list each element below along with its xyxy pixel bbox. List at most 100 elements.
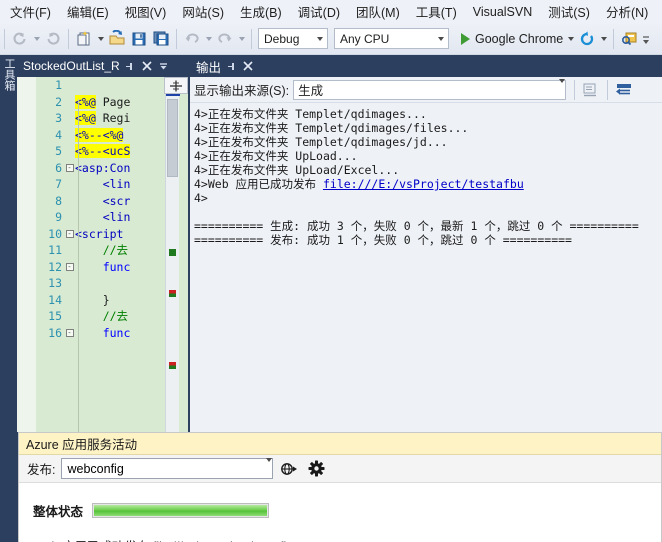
ide-shell: 工具箱 StockedOutList_R 输出 1 2 <%@ Page 3 <…: [0, 55, 662, 542]
menu-build[interactable]: 生成(B): [232, 0, 290, 23]
save-all-icon[interactable]: [150, 27, 172, 51]
close-icon[interactable]: [241, 57, 255, 75]
run-target-dropdown-icon[interactable]: [565, 27, 576, 51]
toolbar-separator: [4, 28, 5, 49]
tab-output[interactable]: 输出: [190, 55, 263, 77]
chevron-down-icon[interactable]: [312, 36, 327, 41]
menu-visualsvn[interactable]: VisualSVN: [465, 3, 541, 21]
tab-stockedoutlist[interactable]: StockedOutList_R: [17, 55, 185, 77]
line-number: 1: [55, 78, 62, 92]
azure-publish-row: 发布: webconfig: [19, 455, 661, 483]
tab-output-label: 输出: [196, 60, 222, 75]
solution-platform-combo[interactable]: Any CPU: [334, 28, 449, 49]
find-message-in-code-icon[interactable]: [579, 79, 603, 101]
navigate-back-dropdown-icon[interactable]: [31, 27, 42, 51]
find-in-files-icon[interactable]: [618, 27, 640, 51]
output-line: 4>Web 应用已成功发布 file:///E:/vsProject/testa…: [194, 177, 662, 191]
fold-toggle-icon[interactable]: -: [64, 163, 75, 172]
new-project-dropdown-icon[interactable]: [95, 27, 106, 51]
menu-analyze[interactable]: 分析(N): [598, 0, 656, 23]
fold-toggle-icon[interactable]: -: [64, 262, 75, 271]
azure-publish-web-icon[interactable]: [278, 458, 300, 480]
menu-website[interactable]: 网站(S): [174, 0, 232, 23]
output-toolbar-separator: [574, 79, 576, 100]
document-tab-strip: StockedOutList_R 输出: [17, 55, 662, 77]
line-number: 13: [48, 276, 62, 290]
refresh-dropdown-icon[interactable]: [598, 27, 609, 51]
editor-indent-guide: [78, 99, 79, 432]
output-link[interactable]: file:///E:/vsProject/testafbu: [323, 177, 524, 191]
editor-split-handle[interactable]: [164, 77, 188, 94]
output-toolbar: 显示输出来源(S): 生成: [190, 77, 662, 103]
output-source-value: 生成: [298, 84, 324, 98]
output-line-text: 4>Web 应用已成功发布: [194, 177, 323, 191]
toggle-word-wrap-icon[interactable]: [612, 79, 636, 101]
toolbox-vertical-tab[interactable]: 工具箱: [0, 55, 17, 185]
chevron-down-icon[interactable]: [559, 78, 566, 97]
navigate-back-icon[interactable]: [9, 27, 31, 51]
scrollbar-thumb[interactable]: [167, 99, 178, 177]
output-line: 4>正在发布文件夹 Templet/qdimages/jd...: [194, 135, 448, 149]
pin-icon[interactable]: [123, 57, 137, 75]
menu-tools[interactable]: 工具(T): [408, 0, 465, 23]
undo-dropdown-icon[interactable]: [203, 27, 214, 51]
menu-file[interactable]: 文件(F): [2, 0, 59, 23]
output-line: 4>正在发布文件夹 Templet/qdimages/files...: [194, 121, 469, 135]
code-editor-pane[interactable]: 1 2 <%@ Page 3 <%@ Regi 4 <%--<%@ 5 <%--<ucS 6- <a…: [17, 77, 189, 432]
menu-view[interactable]: 视图(V): [117, 0, 175, 23]
azure-status-message: Web 应用已成功发布 file:///E:/vsProject/testafb…: [33, 536, 661, 542]
azure-publish-profile-value: webconfig: [67, 461, 124, 476]
tab-list-chevron-down-icon[interactable]: [157, 57, 171, 75]
line-number: 14: [48, 292, 62, 307]
menu-team[interactable]: 团队(M): [348, 0, 408, 23]
fold-toggle-icon[interactable]: -: [64, 229, 75, 238]
navigate-forward-icon[interactable]: [42, 27, 64, 51]
line-number: 6: [55, 160, 62, 175]
chevron-down-icon[interactable]: [433, 36, 448, 41]
editor-indicator-margin: [17, 77, 36, 432]
menu-edit[interactable]: 编辑(E): [59, 0, 117, 23]
output-line: ========== 生成: 成功 3 个，失败 0 个，最新 1 个，跳过 0…: [194, 219, 639, 233]
scrollbar-current-position-marker: [166, 94, 180, 96]
output-text-area[interactable]: 4>正在发布文件夹 Templet/qdimages... 4>正在发布文件夹 T…: [190, 103, 662, 432]
line-number: 5: [55, 144, 62, 158]
line-number: 9: [55, 210, 62, 224]
chevron-down-icon[interactable]: [266, 457, 273, 476]
output-source-combo[interactable]: 生成: [293, 78, 567, 100]
azure-status-label: 整体状态: [33, 505, 84, 519]
play-icon: [461, 32, 470, 45]
output-line: 4>: [194, 191, 208, 205]
close-icon[interactable]: [140, 57, 154, 75]
line-number: 10: [48, 226, 62, 241]
menu-debug[interactable]: 调试(D): [290, 0, 348, 23]
line-number: 15: [48, 309, 62, 323]
solution-configuration-value: Debug: [264, 31, 300, 46]
output-line: 4>正在发布文件夹 Templet/qdimages...: [194, 107, 427, 121]
new-project-icon[interactable]: [73, 27, 95, 51]
run-target-label: Google Chrome: [475, 31, 564, 46]
toolbar-separator: [68, 28, 69, 49]
redo-dropdown-icon[interactable]: [236, 27, 247, 51]
azure-publish-profile-combo[interactable]: webconfig: [61, 457, 274, 479]
fold-toggle-icon[interactable]: -: [64, 328, 75, 337]
pin-icon[interactable]: [224, 57, 238, 75]
toolbar-overflow-icon[interactable]: [640, 27, 651, 51]
line-number: 11: [48, 243, 62, 257]
line-number: 7: [55, 177, 62, 191]
solution-configuration-combo[interactable]: Debug: [258, 28, 328, 49]
save-icon[interactable]: [128, 27, 150, 51]
output-toolbar-separator: [607, 79, 609, 100]
start-debugging-button[interactable]: Google Chrome: [457, 27, 565, 51]
open-file-icon[interactable]: [106, 27, 128, 51]
undo-icon[interactable]: [181, 27, 203, 51]
line-number: 2: [55, 94, 62, 109]
output-line: 4>正在发布文件夹 UpLoad/Excel...: [194, 163, 400, 177]
refresh-icon[interactable]: [576, 27, 598, 51]
azure-app-service-activity-panel: Azure 应用服务活动 发布: webconfig 整体状态: [18, 432, 662, 542]
editor-vertical-scrollbar[interactable]: [165, 77, 180, 432]
azure-settings-gear-icon[interactable]: [305, 458, 327, 480]
redo-icon[interactable]: [214, 27, 236, 51]
line-number: 16: [48, 325, 62, 340]
menu-test[interactable]: 测试(S): [540, 0, 598, 23]
